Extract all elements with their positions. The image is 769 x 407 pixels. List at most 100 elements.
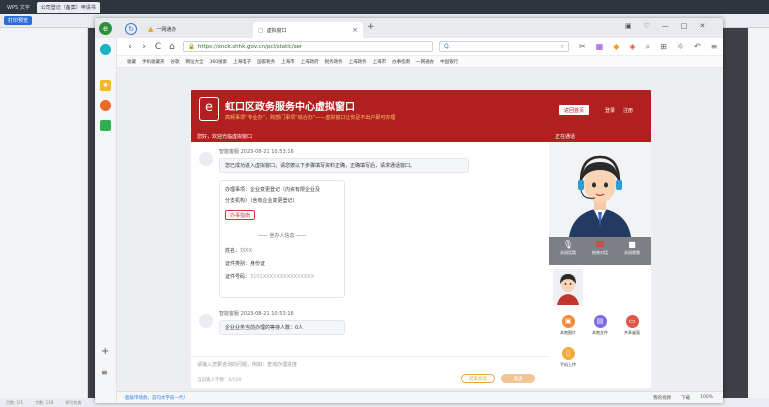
sidebar-mail-icon[interactable]	[100, 44, 111, 55]
sidebar-star-icon[interactable]: ★	[100, 80, 111, 91]
browser-nav-bar: ‹ › C ⌂ 🔒 https://xnck.shhk.gov.cn/pcl/s…	[117, 38, 723, 56]
bookmark-item[interactable]: 一网通办	[416, 59, 434, 65]
search-icon[interactable]: ⌕	[561, 43, 564, 51]
new-tab-button[interactable]: +	[367, 22, 375, 32]
bookmark-item[interactable]: 网址大全	[186, 59, 204, 65]
end-session-button[interactable]: 结束会话	[461, 374, 495, 383]
bookmark-item[interactable]: 税务政务	[325, 59, 343, 65]
chat-header: 您好，欢迎光临虚拟窗口	[191, 130, 549, 142]
wps-tab-home[interactable]: WPS 文字	[3, 2, 34, 13]
status-pages: 页数: 1/1	[6, 399, 24, 405]
local-image-button[interactable]: ▣ 本地图片	[553, 315, 583, 336]
mobile-upload-button[interactable]: ▯ 手机上传	[553, 347, 583, 368]
bookmark-item[interactable]: 收藏	[127, 59, 136, 65]
tab-close-icon[interactable]: ×	[352, 26, 358, 34]
bookmark-item[interactable]: 上海政府	[301, 59, 319, 65]
video-header: 正在通话	[549, 130, 651, 142]
settings-icon[interactable]: ☼	[677, 42, 684, 52]
home-icon[interactable]: ⌂	[165, 42, 179, 52]
browser-logo-icon: e	[99, 22, 112, 35]
menu-icon[interactable]: ▣	[625, 22, 632, 30]
local-file-button[interactable]: ▤ 本地文件	[585, 315, 615, 336]
page-banner: e 虹口区政务服务中心虚拟窗口 高频事项“专业办”，跨部门事项“综合办”——虚拟…	[191, 90, 651, 130]
sidebar-add-icon[interactable]: +	[101, 346, 109, 357]
bookmark-item[interactable]: 上海政务	[349, 59, 367, 65]
search-tool-icon[interactable]: ⌕	[646, 42, 650, 52]
bookmark-item[interactable]: 谷歌	[171, 59, 180, 65]
zoom-level[interactable]: 100%	[700, 395, 713, 400]
more-icon[interactable]: ≡	[711, 42, 718, 52]
secure-lock-icon: 🔒	[188, 43, 195, 50]
video-panel: 正在通话 🎙 关闭话筒 ☎ 结束对话 ■ 关闭视频	[549, 130, 651, 265]
chat-input-area[interactable]: 请输入您要咨询的问题，例如：查询办理进度 当前输入字数：0/500 结束会话 发…	[191, 356, 549, 388]
download-link[interactable]: 下载	[681, 395, 690, 401]
card-line: 办理事项：企业变更登记（内资有限企业及	[225, 187, 321, 193]
chat-input[interactable]: 请输入您要咨询的问题，例如：查询办理进度	[197, 361, 297, 368]
share-desktop-button[interactable]: ▭ 共享桌面	[617, 315, 647, 336]
agent-divider: —— 坐办人信息 ——	[257, 233, 307, 239]
microphone-icon: 🎙	[562, 240, 574, 249]
ctrl-label: 关闭话筒	[560, 250, 576, 255]
address-bar[interactable]: 🔒 https://xnck.shhk.gov.cn/pcl/static/se…	[183, 41, 433, 52]
refresh-icon[interactable]: ↻	[125, 23, 137, 35]
mute-mic-button[interactable]: 🎙 关闭话筒	[553, 240, 583, 256]
bookmark-item[interactable]: 手机收藏夹	[142, 59, 165, 65]
back-icon[interactable]: ‹	[123, 42, 137, 52]
close-camera-button[interactable]: ■ 关闭视频	[617, 240, 647, 256]
bookmark-item[interactable]: 上海电子	[233, 59, 251, 65]
browser-tab-bar: e ↻ ▲ 一网通办 ▢ 虚拟窗口 × + ▣ ♡ — □ ✕	[95, 18, 723, 38]
hangup-icon: ☎	[595, 240, 605, 249]
bot-avatar	[199, 314, 213, 328]
sidebar-weibo-icon[interactable]	[100, 100, 111, 111]
agent-name: 刘XX	[240, 248, 252, 254]
hangup-button[interactable]: ☎ 结束对话	[585, 240, 615, 256]
sidebar-app-icon[interactable]	[100, 120, 111, 131]
forward-icon[interactable]: ›	[137, 42, 151, 52]
my-video-link[interactable]: 我的视频	[653, 395, 671, 401]
browser-window: e ↻ ▲ 一网通办 ▢ 虚拟窗口 × + ▣ ♡ — □ ✕ ★ + ≡ ‹ …	[95, 18, 723, 403]
send-button[interactable]: 发送	[501, 374, 535, 383]
guide-button[interactable]: 办事指南	[225, 210, 255, 220]
tab-virtual-window[interactable]: ▢ 虚拟窗口 ×	[253, 22, 363, 38]
tab-label: 虚拟窗口	[266, 27, 287, 34]
undo-icon[interactable]: ↶	[694, 42, 701, 52]
page-content: e 虹口区政务服务中心虚拟窗口 高频事项“专业办”，跨部门事项“综合办”——虚拟…	[117, 68, 723, 391]
bookmark-item[interactable]: 国家税务	[257, 59, 275, 65]
function-panel: ▣ 本地图片 ▤ 本地文件 ▭ 共享桌面 ▯ 手机上传	[549, 265, 651, 388]
tab-yiwangtongban[interactable]: ▲ 一网通办	[143, 22, 248, 36]
bot-message: 您已成功进入虚拟窗口，请您按以下步骤填写资料正确，正确填写后，请求通话窗口。	[219, 158, 469, 173]
bookmark-item[interactable]: 办事指南	[392, 59, 410, 65]
close-icon[interactable]: ✕	[700, 22, 706, 30]
tab-favicon-icon: ▲	[148, 25, 154, 33]
bookmark-item[interactable]: 上海市	[281, 59, 295, 65]
char-count: 当前输入字数：0/500	[197, 378, 242, 383]
status-news-link[interactable]: 超级市场款，首句文字前一代！	[125, 395, 188, 401]
grid-icon[interactable]: ⊞	[660, 42, 667, 52]
bookmark-item[interactable]: 360搜索	[210, 59, 228, 65]
bookmark-item[interactable]: 中国银行	[440, 59, 458, 65]
page-title: 虹口区政务服务中心虚拟窗口	[225, 102, 355, 113]
game-icon[interactable]: ◈	[629, 42, 635, 52]
maximize-icon[interactable]: □	[681, 22, 688, 30]
back-home-button[interactable]: 返回首页	[559, 105, 590, 115]
register-link[interactable]: 注册	[619, 105, 637, 115]
browser-sidebar: ★ + ≡	[95, 38, 117, 403]
login-link[interactable]: 登录	[601, 105, 619, 115]
reload-icon[interactable]: C	[151, 42, 165, 52]
bookmark-item[interactable]: 上海市	[373, 59, 387, 65]
message-meta: 智能客服 2023-08-21 10:53:16	[219, 311, 294, 317]
print-preview-button[interactable]: 打印预览	[4, 16, 33, 25]
bookmarks-bar: 收藏 手机收藏夹 谷歌 网址大全 360搜索 上海电子 国家税务 上海市 上海政…	[117, 56, 723, 68]
wps-tab-document[interactable]: 公司登记（备案）申请书	[36, 1, 100, 13]
shield-icon[interactable]: ◆	[613, 42, 619, 52]
cut-icon[interactable]: ✂	[579, 42, 586, 52]
search-engine-icon: Q.	[444, 43, 451, 50]
skin-icon[interactable]: ♡	[644, 22, 650, 30]
card-line: 分支机构）（含有企业变更登记）	[225, 198, 298, 204]
sidebar-menu-icon[interactable]: ≡	[101, 368, 108, 377]
label: 证件类别：	[225, 261, 251, 267]
extension-icon[interactable]: ▦	[596, 42, 604, 52]
minimize-icon[interactable]: —	[662, 22, 669, 30]
tab-label: 一网通办	[156, 26, 177, 33]
search-box[interactable]: Q. ⌕	[439, 41, 569, 52]
